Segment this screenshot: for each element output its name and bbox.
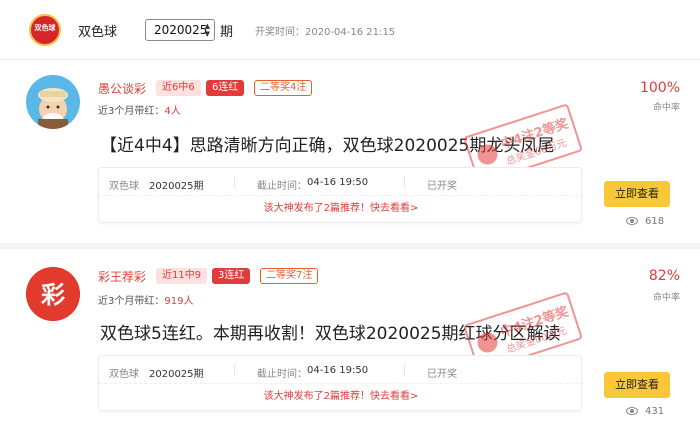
info-divider (404, 176, 405, 188)
tag-streak: 6连红 (206, 80, 245, 96)
hit-rate-label: 命中率 (652, 103, 680, 113)
recommendation-card: 愚公谈彩 近6中6 6连红 二等奖4注 近3个月带红：4人 【近4中4】思路清晰… (0, 61, 700, 249)
info-issue: 2020025期 (149, 369, 204, 380)
info-deadline: 04-16 19:50 (307, 177, 369, 188)
info-row: 双色球 2020025期 截止时间： 04-16 19:50 已开奖 (99, 356, 583, 384)
tag-recent-hits: 近11中9 (156, 268, 208, 284)
promo-link[interactable]: 该大神发布了2篇推荐！快去看看> (99, 386, 583, 408)
info-deadline: 04-16 19:50 (307, 365, 369, 376)
tag-prize: 二等奖7注 (260, 268, 319, 284)
app-name: 双色球 (78, 25, 118, 40)
info-divider (234, 176, 235, 188)
open-time: 开奖时间：2020-04-16 21:15 (255, 27, 396, 38)
info-status: 已开奖 (427, 369, 457, 380)
view-now-button[interactable]: 立即查看 (604, 181, 670, 207)
info-box: 双色球 2020025期 截止时间： 04-16 19:50 已开奖 该大神发布… (98, 167, 583, 223)
info-box: 双色球 2020025期 截止时间： 04-16 19:50 已开奖 该大神发布… (98, 355, 583, 411)
info-divider (404, 364, 405, 376)
author-name[interactable]: 彩王荐彩 (98, 268, 146, 285)
author-name[interactable]: 愚公谈彩 (98, 80, 146, 97)
stamp-badge-icon (474, 329, 501, 356)
promo-link[interactable]: 该大神发布了2篇推荐！快去看看> (99, 198, 583, 220)
recommendation-card: 彩 彩王荐彩 近11中9 3连红 二等奖7注 近3个月带红：919人 双色球5连… (0, 255, 700, 437)
author-avatar[interactable]: 彩 (26, 267, 80, 321)
top-bar: 双色球 双色球 2020025 ▲ ▼ 期 开奖时间：2020-04-16 21:… (0, 0, 700, 60)
tag-prize: 二等奖4注 (254, 80, 313, 96)
stamp-badge-icon (474, 141, 501, 168)
hit-rate-label: 命中率 (652, 293, 680, 303)
eye-icon (626, 217, 638, 225)
eye-icon (626, 407, 638, 415)
hit-rate-value: 82% (648, 268, 680, 284)
info-deadline-label: 截止时间： (257, 181, 307, 192)
info-status: 已开奖 (427, 181, 457, 192)
info-game: 双色球 (109, 369, 139, 380)
lottery-logo-icon: 双色球 (29, 14, 61, 46)
recent-red-label: 近3个月带红： (98, 296, 165, 307)
info-row: 双色球 2020025期 截止时间： 04-16 19:50 已开奖 (99, 168, 583, 196)
recent-red-stat: 近3个月带红：4人 (98, 102, 181, 117)
info-divider (234, 364, 235, 376)
tag-recent-hits: 近6中6 (156, 80, 201, 96)
info-deadline-label: 截止时间： (257, 369, 307, 380)
select-arrows-icon: ▲ ▼ (204, 22, 210, 38)
issue-select-value: 2020025 (154, 23, 208, 37)
view-count-number: 431 (645, 406, 665, 417)
recent-red-count: 919人 (164, 296, 194, 307)
tag-streak: 3连红 (212, 268, 251, 284)
hit-rate-value: 100% (639, 80, 680, 96)
view-count-number: 618 (645, 216, 665, 227)
recent-red-count: 4人 (164, 106, 181, 117)
info-game: 双色球 (109, 181, 139, 192)
recent-red-stat: 近3个月带红：919人 (98, 292, 193, 307)
info-issue: 2020025期 (149, 181, 204, 192)
author-avatar[interactable] (26, 75, 80, 129)
svg-text:彩: 彩 (40, 281, 65, 309)
recent-red-label: 近3个月带红： (98, 106, 165, 117)
view-now-button[interactable]: 立即查看 (604, 372, 670, 398)
issue-select[interactable]: 2020025 ▲ ▼ (145, 19, 215, 41)
issue-suffix: 期 (220, 25, 234, 40)
